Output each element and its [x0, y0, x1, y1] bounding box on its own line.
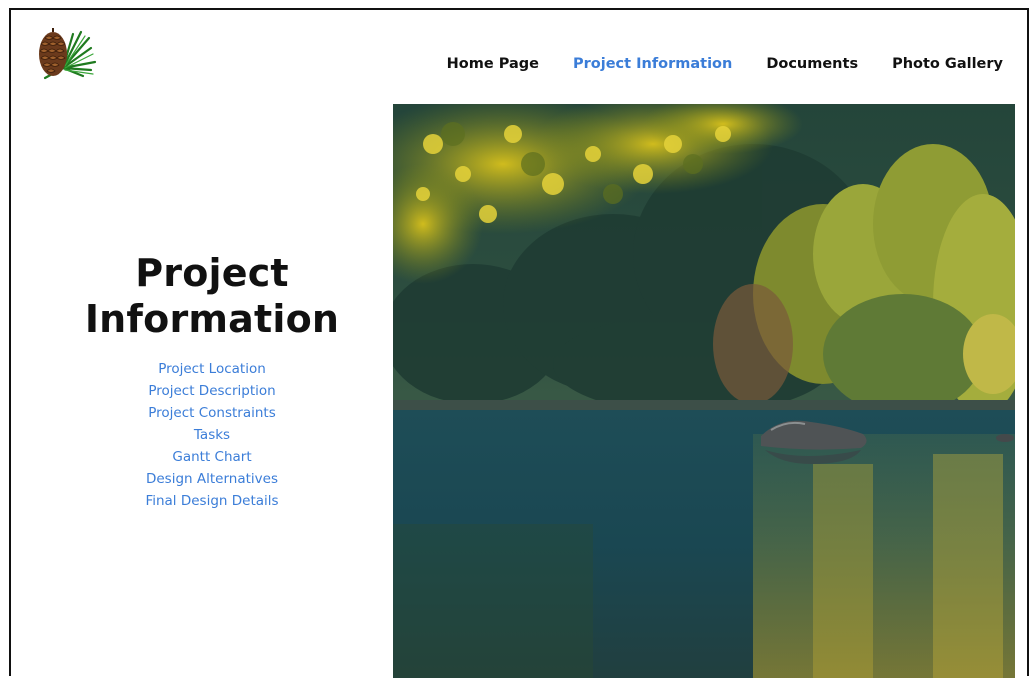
main-nav: Home Page Project Information Documents … — [447, 56, 1003, 72]
page-title-line1: Project — [135, 251, 289, 295]
nav-documents[interactable]: Documents — [766, 56, 858, 72]
link-gantt-chart[interactable]: Gantt Chart — [172, 448, 251, 467]
page-title: Project Information — [11, 250, 413, 342]
section-links: Project Location Project Description Pro… — [11, 360, 413, 511]
link-design-alternatives[interactable]: Design Alternatives — [146, 470, 278, 489]
link-project-location[interactable]: Project Location — [158, 360, 266, 379]
nav-photo-gallery[interactable]: Photo Gallery — [892, 56, 1003, 72]
link-tasks[interactable]: Tasks — [194, 426, 230, 445]
hero-lake-forest-image — [393, 104, 1015, 678]
pinecone-logo-icon[interactable] — [33, 24, 99, 84]
nav-project-information[interactable]: Project Information — [573, 56, 732, 72]
link-project-description[interactable]: Project Description — [148, 382, 275, 401]
page-frame: Home Page Project Information Documents … — [9, 8, 1029, 678]
link-final-design-details[interactable]: Final Design Details — [145, 492, 278, 511]
nav-home-page[interactable]: Home Page — [447, 56, 539, 72]
section-column: Project Information Project Location Pro… — [11, 250, 413, 511]
link-project-constraints[interactable]: Project Constraints — [148, 404, 276, 423]
page-title-line2: Information — [84, 297, 340, 341]
